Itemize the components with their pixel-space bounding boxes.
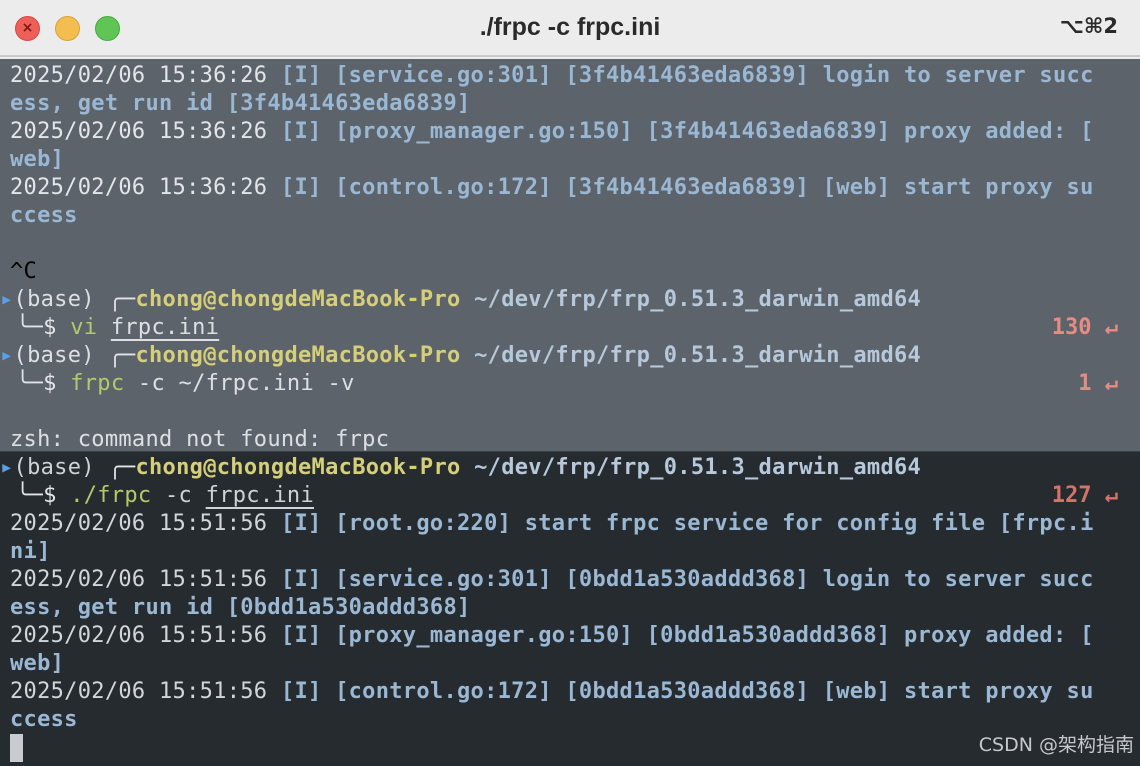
return-code: 130 ↵ (1051, 315, 1118, 340)
log-line-wrap: ess, get run id [0bdd1a530addd368] (10, 595, 471, 620)
log-line: 2025/02/06 15:36:26 [I] [service.go:301]… (10, 63, 1094, 88)
window-titlebar[interactable]: × ./frpc -c frpc.ini ⌥⌘2 (0, 0, 1140, 57)
return-code: 127 ↵ (1051, 483, 1118, 508)
command-line: ╰─$ ./frpc -c frpc.ini (16, 483, 315, 508)
window-shortcut: ⌥⌘2 (1059, 14, 1118, 38)
log-line: 2025/02/06 15:36:26 [I] [proxy_manager.g… (10, 119, 1094, 144)
log-line: 2025/02/06 15:36:26 [I] [control.go:172]… (10, 175, 1094, 200)
watermark: CSDN @架构指南 (978, 734, 1134, 756)
terminal-cursor (10, 734, 23, 762)
command-line: ╰─$ frpc -c ~/frpc.ini -v (16, 371, 355, 396)
log-line: 2025/02/06 15:51:56 [I] [proxy_manager.g… (10, 623, 1094, 648)
command-line: ╰─$ vi frpc.ini (16, 315, 220, 340)
log-line-wrap: ccess (10, 707, 78, 732)
terminal-pane-active[interactable]: ▸(base) ╭─chong@chongdeMacBook-Pro ~/dev… (0, 451, 1140, 766)
terminal-pane-inactive[interactable]: 2025/02/06 15:36:26 [I] [service.go:301]… (0, 59, 1140, 451)
prompt-marker-icon: ▸ (0, 343, 14, 368)
prompt-marker-icon: ▸ (0, 287, 14, 312)
log-line-wrap: ni] (10, 539, 51, 564)
log-line-wrap: ccess (10, 203, 78, 228)
interrupt-line: ^C (10, 259, 38, 284)
log-line-wrap: ess, get run id [3f4b41463eda6839] (10, 91, 471, 116)
window-title: ./frpc -c frpc.ini (479, 13, 661, 41)
log-line-wrap: web] (10, 147, 65, 172)
prompt-line: ▸(base) ╭─chong@chongdeMacBook-Pro ~/dev… (0, 343, 922, 368)
prompt-line: ▸(base) ╭─chong@chongdeMacBook-Pro ~/dev… (0, 287, 922, 312)
return-code: 1 ↵ (1078, 371, 1118, 396)
log-line: 2025/02/06 15:51:56 [I] [root.go:220] st… (10, 511, 1094, 536)
prompt-line: ▸(base) ╭─chong@chongdeMacBook-Pro ~/dev… (0, 455, 922, 480)
log-line: 2025/02/06 15:51:56 [I] [control.go:172]… (10, 679, 1094, 704)
error-line: zsh: command not found: frpc (10, 427, 390, 451)
log-line-wrap: web] (10, 651, 65, 676)
prompt-marker-icon: ▸ (0, 455, 14, 480)
log-line: 2025/02/06 15:51:56 [I] [service.go:301]… (10, 567, 1094, 592)
